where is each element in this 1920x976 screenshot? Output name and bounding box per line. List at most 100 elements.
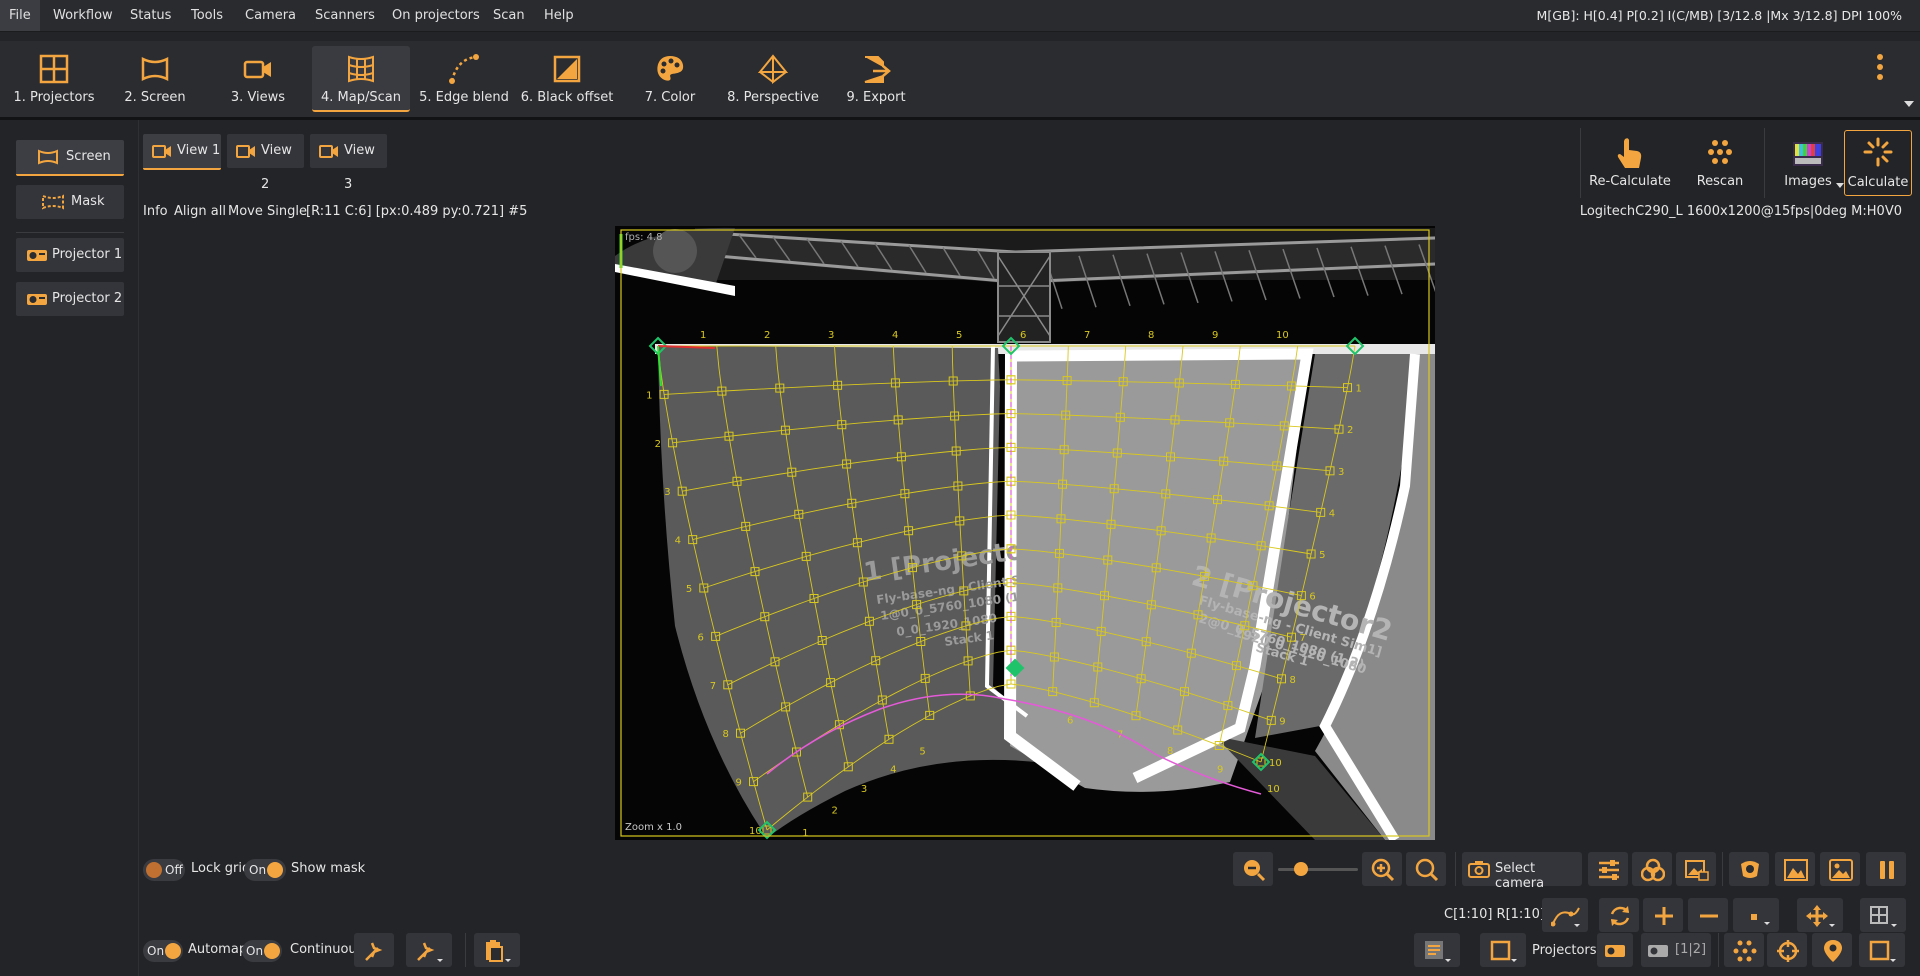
screen-icon [141, 56, 169, 82]
map-pin-icon [1824, 940, 1842, 962]
menu-tools[interactable]: Tools [182, 0, 232, 31]
auto-align-options-button[interactable] [406, 933, 452, 967]
rgb-circles-icon [1641, 858, 1665, 882]
memory-status: M[GB]: H[0.4] P[0.2] I(C/MB) [3/12.8 |Mx… [1536, 8, 1902, 23]
tool-edge-blend[interactable]: 5. Edge blend [415, 46, 513, 110]
screen-shape-button[interactable] [1480, 933, 1526, 967]
grid-row-number: 6 [698, 632, 704, 643]
info-button[interactable]: Info [143, 204, 168, 219]
left-projector1-button[interactable]: Projector 1 [16, 238, 124, 272]
warp-grid-icon [348, 55, 374, 83]
projector-toggle-button[interactable] [1597, 933, 1633, 967]
tab-view-2[interactable]: View 2 [227, 134, 304, 192]
camera-image-button[interactable] [1676, 852, 1716, 886]
workflow-toolbar: 1. Projectors 2. Screen 3. Views 4. Map/… [0, 41, 1920, 120]
color-channels-button[interactable] [1632, 852, 1672, 886]
calculate-button[interactable]: Calculate [1844, 130, 1912, 196]
output-shape-button[interactable] [1859, 933, 1905, 967]
grid-row-number: 10 [1269, 758, 1282, 769]
menu-status[interactable]: Status [121, 0, 180, 31]
grid-row-number: 2 [655, 439, 661, 450]
tool-perspective[interactable]: 8. Perspective [724, 46, 822, 110]
remove-row-button[interactable] [1688, 898, 1728, 932]
images-button[interactable]: Images [1768, 130, 1848, 196]
location-button[interactable] [1812, 933, 1852, 967]
left-screen-button[interactable]: Screen [16, 140, 124, 176]
black-offset-icon [553, 55, 581, 83]
tool-views[interactable]: 3. Views [209, 46, 307, 110]
grid-layout-button[interactable] [1860, 898, 1906, 932]
separator [1455, 852, 1456, 886]
landscape-icon [1784, 859, 1808, 881]
projector-icon [1648, 945, 1668, 957]
menu-on-projectors[interactable]: On projectors [383, 0, 489, 31]
menu-camera[interactable]: Camera [236, 0, 305, 31]
menu-scan[interactable]: Scan [484, 0, 534, 31]
automap-toggle[interactable]: On [143, 940, 183, 962]
rescan-button[interactable]: Rescan [1680, 130, 1760, 196]
report-button[interactable] [1414, 933, 1460, 967]
refresh-button[interactable] [1599, 898, 1639, 932]
move-single-button[interactable]: Move Single [228, 204, 307, 219]
zoom-out-button[interactable] [1233, 852, 1273, 886]
zoom-slider-handle[interactable] [1294, 862, 1308, 876]
toolbar-expand-icon[interactable] [1904, 101, 1914, 107]
target-button[interactable] [1767, 933, 1807, 967]
grid-bottom-number: 3 [861, 784, 867, 795]
tool-export[interactable]: 9. Export [827, 46, 925, 110]
clipboard-icon [486, 940, 511, 962]
scan-points-button[interactable] [1724, 933, 1764, 967]
sliders-icon [1599, 860, 1619, 880]
grid-row-number: 4 [675, 536, 681, 547]
paste-button[interactable] [474, 933, 520, 967]
menu-workflow[interactable]: Workflow [44, 0, 122, 31]
grid-row-number: 3 [664, 487, 670, 498]
tool-projectors[interactable]: 1. Projectors [5, 46, 103, 110]
zoom-slider[interactable] [1278, 868, 1358, 871]
curve-mode-button[interactable] [1542, 898, 1588, 932]
webcam-icon [1741, 861, 1759, 878]
projector-selector[interactable]: [1|2] [1641, 933, 1711, 967]
grid-bottom-number: 4 [890, 764, 896, 775]
show-mask-label: Show mask [291, 861, 366, 876]
continuous-toggle[interactable]: On [242, 940, 282, 962]
tool-color-label: 7. Color [644, 90, 696, 105]
zoom-in-icon [1371, 858, 1395, 882]
tool-map-scan[interactable]: 4. Map/Scan [312, 46, 410, 112]
grid-column-number: 9 [1212, 330, 1218, 341]
menu-file[interactable]: File [0, 0, 40, 31]
tab-view-3[interactable]: View 3 [310, 134, 387, 192]
left-mask-label: Mask [71, 194, 105, 209]
move-mode-button[interactable] [1797, 898, 1843, 932]
recalculate-button[interactable]: Re-Calculate [1586, 130, 1674, 196]
pause-button[interactable] [1866, 852, 1906, 886]
align-all-button[interactable]: Align all [174, 204, 226, 219]
calculate-label: Calculate [1847, 175, 1909, 190]
zoom-fit-button[interactable] [1406, 852, 1446, 886]
tool-screen[interactable]: 2. Screen [106, 46, 204, 110]
add-row-button[interactable] [1643, 898, 1683, 932]
select-camera-button[interactable]: Select camera [1462, 852, 1582, 891]
point-size-button[interactable] [1733, 898, 1779, 932]
left-projector2-button[interactable]: Projector 2 [16, 282, 124, 316]
tool-black-offset[interactable]: 6. Black offset [518, 46, 616, 110]
zoom-in-button[interactable] [1362, 852, 1402, 886]
auto-align-button[interactable] [354, 933, 394, 967]
show-mask-toggle[interactable]: On [244, 859, 286, 881]
off-icon [146, 862, 162, 878]
histogram-button[interactable] [1775, 852, 1815, 886]
lock-grid-toggle[interactable]: Off [143, 859, 185, 881]
menu-scanners[interactable]: Scanners [306, 0, 384, 31]
image-view-button[interactable] [1820, 852, 1860, 886]
more-vertical-icon[interactable] [1876, 53, 1884, 81]
camera-settings-button[interactable] [1588, 852, 1628, 886]
menu-help[interactable]: Help [535, 0, 583, 31]
left-mask-button[interactable]: Mask [16, 185, 124, 219]
scan-canvas[interactable]: 1 [Projector1] Fly-base-ng - Client Sim1… [615, 226, 1437, 843]
camera-viewport[interactable]: 1 [Projector1] Fly-base-ng - Client Sim1… [615, 226, 1437, 843]
grid-column-number: 6 [1020, 330, 1026, 341]
webcam-button[interactable] [1729, 852, 1769, 886]
tool-color[interactable]: 7. Color [621, 46, 719, 110]
bezier-curve-icon [1551, 907, 1580, 927]
tab-view-1[interactable]: View 1 [143, 134, 221, 170]
